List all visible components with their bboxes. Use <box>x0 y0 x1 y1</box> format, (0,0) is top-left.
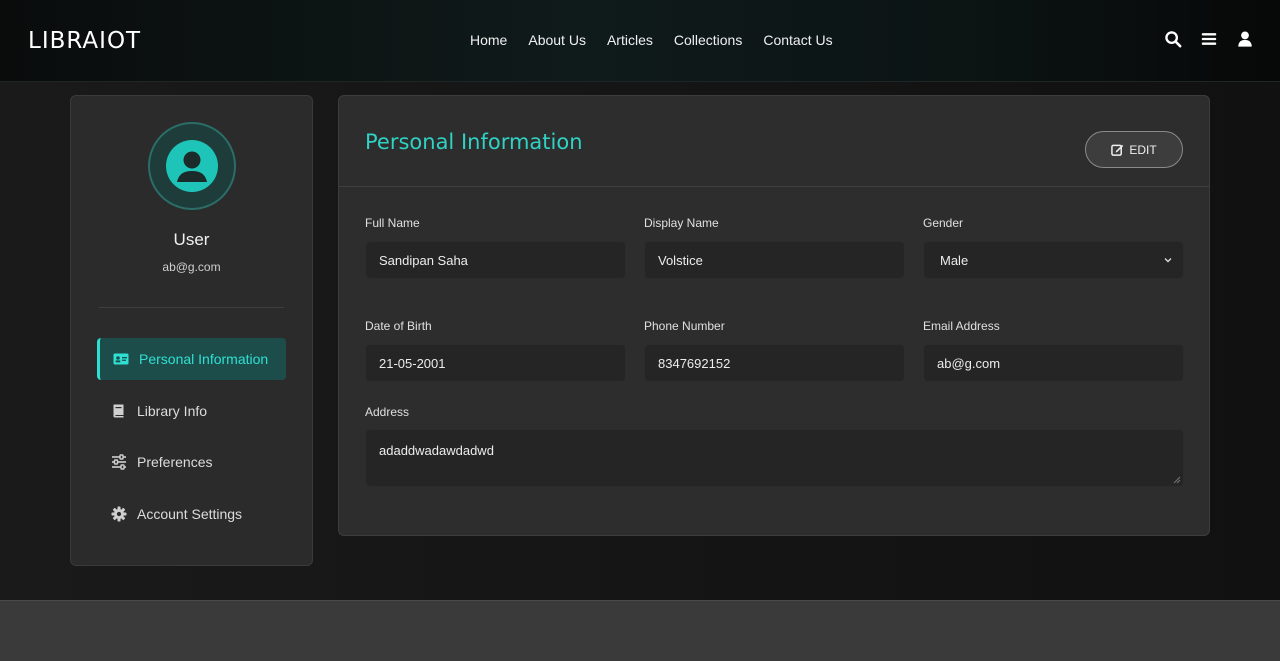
nav-icons <box>1164 30 1254 48</box>
id-card-icon <box>113 353 129 365</box>
phone-label: Phone Number <box>644 319 725 333</box>
page-footer <box>0 600 1280 661</box>
nav-link-collections[interactable]: Collections <box>674 32 742 48</box>
gender-label: Gender <box>923 216 964 230</box>
sidebar-item-preferences[interactable]: Preferences <box>97 441 286 483</box>
card-divider <box>339 186 1209 187</box>
sidebar-item-label: Preferences <box>137 454 213 470</box>
top-navbar: LIBRAIOT Home About Us Articles Collecti… <box>0 0 1280 82</box>
sidebar-divider <box>99 307 284 308</box>
profile-email: ab@g.com <box>162 260 221 274</box>
personal-information-card: Personal Information EDIT Full Name Sand… <box>338 95 1210 536</box>
display-name-value: Volstice <box>658 252 703 268</box>
phone-input[interactable]: 8347692152 <box>644 344 905 382</box>
display-name-input[interactable]: Volstice <box>644 241 905 279</box>
sidebar-item-label: Personal Information <box>139 351 269 367</box>
sliders-icon <box>112 454 126 470</box>
gear-icon <box>111 506 127 522</box>
dob-value: 21-05-2001 <box>379 355 446 371</box>
avatar <box>148 122 236 210</box>
avatar-user-icon <box>166 140 218 192</box>
nav-link-home[interactable]: Home <box>470 32 507 48</box>
gender-select[interactable]: Male <box>923 241 1184 279</box>
card-title: Personal Information <box>365 130 583 154</box>
email-label: Email Address <box>923 319 1000 333</box>
full-name-input[interactable]: Sandipan Saha <box>365 241 626 279</box>
edit-icon <box>1111 144 1124 156</box>
edit-button[interactable]: EDIT <box>1085 131 1183 168</box>
brand-logo[interactable]: LIBRAIOT <box>28 28 141 54</box>
dob-label: Date of Birth <box>365 319 432 333</box>
edit-button-label: EDIT <box>1129 142 1157 157</box>
nav-link-articles[interactable]: Articles <box>607 32 653 48</box>
user-icon[interactable] <box>1236 30 1254 48</box>
nav-links: Home About Us Articles Collections Conta… <box>470 32 833 48</box>
sidebar-item-library-info[interactable]: Library Info <box>97 390 286 432</box>
address-label: Address <box>365 405 410 419</box>
gender-value: Male <box>940 252 969 268</box>
profile-name: User <box>173 230 210 249</box>
dob-input[interactable]: 21-05-2001 <box>365 344 626 382</box>
phone-value: 8347692152 <box>658 355 731 371</box>
full-name-label: Full Name <box>365 216 420 230</box>
book-icon <box>113 404 124 418</box>
resize-grip-icon[interactable] <box>1173 476 1181 484</box>
email-value: ab@g.com <box>937 355 1001 371</box>
sidebar-item-personal-information[interactable]: Personal Information <box>97 338 286 380</box>
full-name-value: Sandipan Saha <box>379 252 468 268</box>
nav-link-about[interactable]: About Us <box>528 32 586 48</box>
address-value: adaddwadawdadwd <box>379 443 494 458</box>
profile-sidebar: User ab@g.com Personal Information Libra… <box>70 95 313 566</box>
sidebar-item-account-settings[interactable]: Account Settings <box>97 493 286 535</box>
address-textarea[interactable]: adaddwadawdadwd <box>365 429 1184 487</box>
email-input[interactable]: ab@g.com <box>923 344 1184 382</box>
sidebar-item-label: Library Info <box>137 403 208 419</box>
chevron-down-icon <box>1164 258 1172 263</box>
display-name-label: Display Name <box>644 216 719 230</box>
sidebar-item-label: Account Settings <box>137 506 243 522</box>
search-icon[interactable] <box>1164 30 1182 48</box>
nav-link-contact[interactable]: Contact Us <box>763 32 832 48</box>
menu-icon[interactable] <box>1200 30 1218 48</box>
